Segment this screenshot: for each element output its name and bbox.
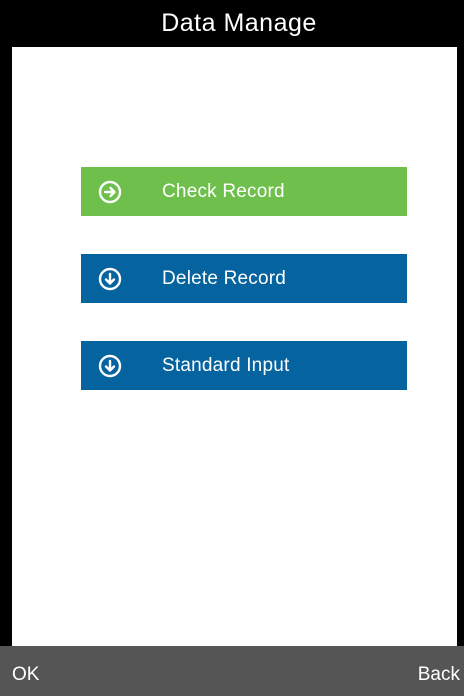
delete-record-button[interactable]: Delete Record <box>81 254 407 303</box>
check-record-label: Check Record <box>162 180 285 202</box>
standard-input-label: Standard Input <box>162 354 290 376</box>
softkey-bar: OK Back <box>0 646 464 696</box>
back-softkey[interactable]: Back <box>418 664 460 686</box>
check-record-button[interactable]: Check Record <box>81 167 407 216</box>
standard-input-button[interactable]: Standard Input <box>81 341 407 390</box>
device-frame: Data Manage Check Record Delete Record S… <box>0 0 464 696</box>
ok-softkey[interactable]: OK <box>12 664 39 686</box>
arrow-down-circle-icon <box>98 267 122 291</box>
arrow-right-circle-icon <box>98 180 122 204</box>
menu-screen: Check Record Delete Record Standard Inpu… <box>12 47 457 646</box>
arrow-down-circle-icon <box>98 354 122 378</box>
page-title: Data Manage <box>161 9 317 37</box>
title-bar: Data Manage <box>0 0 464 47</box>
delete-record-label: Delete Record <box>162 267 287 289</box>
